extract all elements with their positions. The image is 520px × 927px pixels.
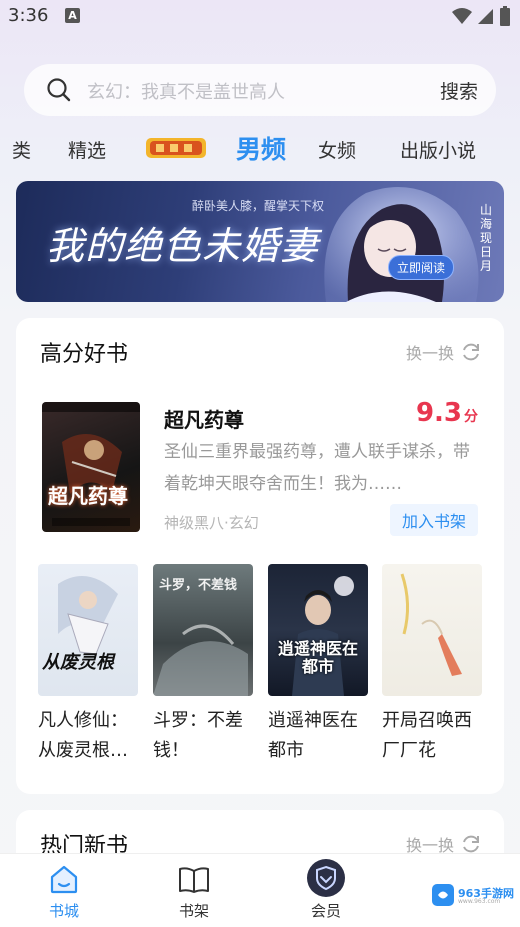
featured-book-score: 9.3 分 <box>416 398 478 428</box>
status-indicator: A <box>65 8 80 23</box>
featured-cover-art <box>42 402 140 526</box>
watermark-icon <box>432 884 454 906</box>
promo-banner[interactable]: 醉卧美人膝，醒掌天下权 我的绝色未婚妻 立即阅读 山海现日月 <box>16 181 504 302</box>
book-item[interactable]: 开局召唤西厂厂花 <box>382 564 482 766</box>
book-cover: 逍遥神医在都市 <box>268 564 368 696</box>
status-bar: 3:36 A <box>0 0 520 34</box>
vip-shield-icon <box>307 859 345 897</box>
book-genre: 玄幻 <box>228 514 259 532</box>
signal-icon <box>478 9 493 24</box>
book-author: 神级黑八 <box>164 514 225 532</box>
home-icon <box>50 865 78 894</box>
refresh-button[interactable]: 换一换 <box>406 340 482 364</box>
watermark-sub: www.963.com <box>458 898 501 905</box>
book-item[interactable]: 逍遥神医在都市 逍遥神医在都市 <box>268 564 368 766</box>
search-input[interactable]: 玄幻：我真不是盖世高人 <box>87 78 285 104</box>
nav-label: 书架 <box>178 902 209 920</box>
featured-book-cover[interactable]: 超凡药尊 <box>42 402 140 532</box>
cover-title: 从废灵根 <box>42 652 114 673</box>
book-cover: 斗罗，不差钱 <box>153 564 253 696</box>
book-cover <box>382 564 482 696</box>
refresh-icon <box>463 835 479 853</box>
nav-label: 会员 <box>310 902 341 920</box>
banner-read-button[interactable]: 立即阅读 <box>387 255 454 280</box>
category-tabs: 类 精选 男频 女频 出版小说 <box>0 130 520 170</box>
high-score-section: 高分好书 换一换 超凡药尊 超凡药尊 9.3 分 圣仙三重界最强药尊，遭人联手谋杀… <box>16 318 504 794</box>
nav-vip[interactable]: 会员 <box>286 858 366 921</box>
banner-title: 我的绝色未婚妻 <box>46 224 320 268</box>
tab-category[interactable]: 类 <box>12 136 31 163</box>
book-cover: 从废灵根 <box>38 564 138 696</box>
tab-featured[interactable]: 精选 <box>68 136 106 163</box>
book-item[interactable]: 斗罗，不差钱 斗罗：不差钱！ <box>153 564 253 766</box>
cover-art <box>400 573 462 676</box>
search-button[interactable]: 搜索 <box>440 77 478 104</box>
add-to-shelf-button[interactable]: 加入书架 <box>389 504 478 536</box>
battery-icon <box>500 6 510 26</box>
cover-title: 逍遥神医在都市 <box>277 639 358 676</box>
book-title: 斗罗：不差钱！ <box>153 710 243 761</box>
tab-published[interactable]: 出版小说 <box>400 136 476 163</box>
cover-title: 斗罗，不差钱 <box>159 578 238 593</box>
book-title: 凡人修仙：从废灵根… <box>38 710 128 761</box>
refresh-icon <box>463 343 479 361</box>
search-bar[interactable]: 玄幻：我真不是盖世高人 搜索 <box>24 64 496 116</box>
search-icon <box>47 78 71 102</box>
cover-art <box>58 576 118 655</box>
book-item[interactable]: 从废灵根 凡人修仙：从废灵根… <box>38 564 138 766</box>
book-icon <box>179 867 209 893</box>
cover-art <box>292 576 354 696</box>
status-icons <box>452 6 510 26</box>
featured-book-meta: 神级黑八·玄幻 <box>164 512 259 533</box>
banner-subtitle: 醉卧美人膝，醒掌天下权 <box>192 199 325 213</box>
watermark-logo: 963手游网 www.963.com <box>428 881 514 909</box>
tab-male[interactable]: 男频 <box>236 130 286 166</box>
section-title: 高分好书 <box>40 342 129 367</box>
score-unit: 分 <box>464 409 478 425</box>
status-time: 3:36 <box>8 5 49 26</box>
book-title: 开局召唤西厂厂花 <box>382 710 472 761</box>
wifi-icon <box>452 8 472 24</box>
tab-female[interactable]: 女频 <box>318 136 356 163</box>
refresh-label: 换一换 <box>405 344 454 363</box>
featured-book-title[interactable]: 超凡药尊 <box>164 404 244 433</box>
featured-book-description: 圣仙三重界最强药尊，遭人联手谋杀，带着乾坤天眼夺舍而生！我为…… <box>164 442 470 494</box>
nav-bookshelf[interactable]: 书架 <box>154 864 234 921</box>
score-value: 9.3 <box>415 398 462 428</box>
banner-side-text: 山海现日月 <box>479 203 492 273</box>
nav-label: 书城 <box>48 902 79 920</box>
nav-bookstore[interactable]: 书城 <box>24 864 104 921</box>
featured-cover-title: 超凡药尊 <box>48 484 128 508</box>
book-title: 逍遥神医在都市 <box>268 710 358 761</box>
promo-logo-icon[interactable] <box>144 134 208 162</box>
